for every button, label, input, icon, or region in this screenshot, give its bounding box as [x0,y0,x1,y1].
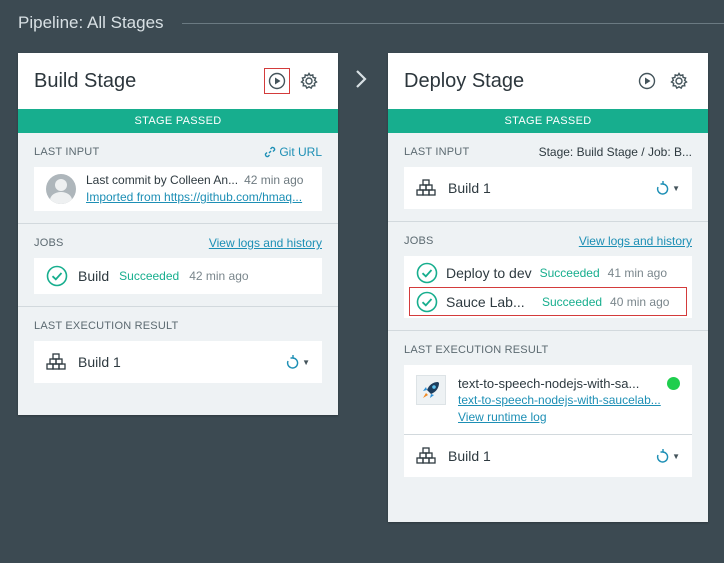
check-circle-icon [416,262,438,283]
job-row[interactable]: Deploy to dev Succeeded 41 min ago [404,258,692,287]
section-label: JOBS [404,235,434,247]
commit-tile: Last commit by Colleen An... 42 min ago … [34,167,322,211]
app-icon [416,375,446,405]
check-circle-icon [46,265,68,287]
job-status: Succeeded [542,294,603,309]
jobs-section: JOBS View logs and history Build Succeed… [18,224,338,307]
running-status-dot [667,377,680,390]
link-icon [265,146,276,158]
rocket-icon [423,382,439,398]
commit-link[interactable]: Imported from https://github.com/hmaq... [86,189,310,206]
view-logs-link[interactable]: View logs and history [579,234,692,248]
section-label: JOBS [34,237,64,249]
redeploy-icon [286,355,299,369]
commit-message: Last commit by Colleen An... [86,173,239,187]
input-build-tile: Build 1 ▼ [404,167,692,209]
last-input-section: LAST INPUT Stage: Build Stage / Job: B..… [388,133,708,222]
stage-settings-button[interactable] [296,68,322,94]
job-time: 41 min ago [607,265,668,280]
chevron-down-icon: ▼ [672,451,680,461]
build-blocks-icon [416,179,436,196]
last-execution-section: LAST EXECUTION RESULT text-to-speech-nod… [388,331,708,489]
git-url-label: Git URL [279,145,322,159]
last-execution-section: LAST EXECUTION RESULT Build 1 ▼ [18,307,338,395]
deploy-dropdown[interactable]: ▼ [655,180,680,196]
app-url-link[interactable]: text-to-speech-nodejs-with-saucelab... [458,392,680,409]
input-source-meta: Stage: Build Stage / Job: B... [538,145,692,159]
header-divider [181,22,724,24]
deploy-dropdown[interactable]: ▼ [285,354,310,370]
job-row[interactable]: Sauce Lab... Succeeded 40 min ago [409,287,687,316]
run-stage-button[interactable] [264,68,290,94]
page-title: Pipeline: All Stages [18,13,164,32]
job-name: Build [78,268,110,284]
run-stage-button[interactable] [634,68,660,94]
job-name: Sauce Lab... [446,293,525,310]
chevron-right-icon [356,70,367,88]
jobs-list: Deploy to dev Succeeded 41 min ago Sauce… [404,256,692,318]
redeploy-icon [656,449,669,463]
check-circle-icon [416,291,438,312]
section-label: LAST INPUT [404,146,470,158]
last-input-section: LAST INPUT Git URL Last commit by Collee… [18,133,338,224]
jobs-section: JOBS View logs and history Deploy to dev… [388,222,708,331]
runtime-log-link[interactable]: View runtime log [458,409,680,426]
stage-title: Deploy Stage [404,69,525,92]
build-label: Build 1 [448,180,491,196]
build-blocks-icon [416,447,436,464]
build-blocks-icon [46,353,66,370]
redeploy-icon [656,181,669,195]
app-name: text-to-speech-nodejs-with-sa... [458,376,640,391]
section-label: LAST EXECUTION RESULT [404,344,549,356]
section-label: LAST EXECUTION RESULT [34,320,179,332]
pipeline-header: Pipeline: All Stages [18,12,724,34]
build-stage-header: Build Stage [18,53,338,109]
build-result-tile: Build 1 ▼ [34,341,322,383]
play-icon [268,72,286,90]
deploy-dropdown[interactable]: ▼ [655,448,680,464]
gear-icon [300,72,318,90]
job-row[interactable]: Build Succeeded 42 min ago [34,258,322,294]
git-url-link[interactable]: Git URL [264,145,322,159]
deploy-stage-card: Deploy Stage STAGE PASSED LAST INPUT Sta… [388,53,708,522]
execution-result-box: text-to-speech-nodejs-with-sa... text-to… [404,365,692,477]
job-time: 42 min ago [189,269,249,283]
view-logs-link[interactable]: View logs and history [209,236,322,250]
build-label: Build 1 [78,354,121,370]
section-label: LAST INPUT [34,146,100,158]
build-result-tile: Build 1 ▼ [404,435,692,477]
play-icon [638,72,656,90]
job-status: Succeeded [119,269,180,283]
chevron-down-icon: ▼ [302,357,310,367]
deploy-stage-header: Deploy Stage [388,53,708,109]
job-time: 40 min ago [610,294,670,309]
stage-status-bar: STAGE PASSED [18,109,338,133]
chevron-down-icon: ▼ [672,183,680,193]
build-label: Build 1 [448,448,491,464]
gear-icon [670,72,688,90]
build-stage-card: Build Stage STAGE PASSED LAST INPUT Git … [18,53,338,415]
job-status: Succeeded [539,265,600,280]
stage-title: Build Stage [34,69,137,92]
job-name: Deploy to dev [446,264,532,281]
commit-time: 42 min ago [244,173,304,187]
avatar [46,174,76,204]
stage-settings-button[interactable] [666,68,692,94]
stage-status-bar: STAGE PASSED [388,109,708,133]
